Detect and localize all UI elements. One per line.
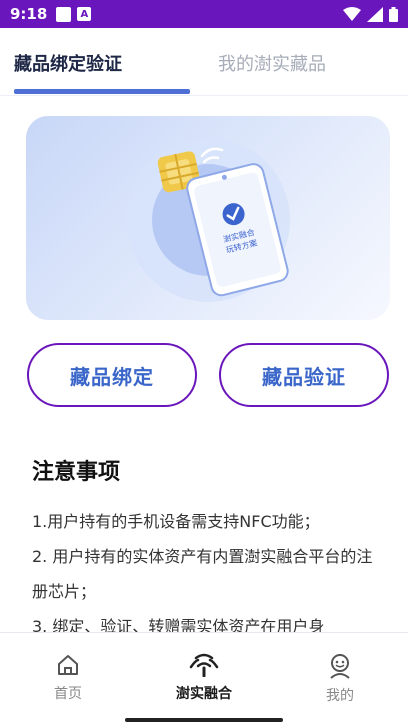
nav-home-label: 首页 [54, 686, 82, 702]
hero-illustration-card: 澍实融合 玩转方案 [26, 116, 390, 320]
bind-collection-button[interactable]: 藏品绑定 [27, 343, 197, 407]
wifi-icon [343, 7, 361, 21]
nav-mine[interactable]: 我的 [272, 633, 408, 727]
nav-fusion[interactable]: 澍实融合 [136, 633, 272, 727]
nav-mine-label: 我的 [326, 688, 354, 704]
bottom-nav: 首页 澍实融合 我的 [0, 632, 408, 727]
gesture-bar[interactable] [125, 718, 283, 722]
tab-bar: 藏品绑定验证 我的澍实藏品 [0, 28, 408, 96]
signal-icon [367, 6, 383, 22]
verify-collection-button[interactable]: 藏品验证 [219, 343, 389, 407]
status-bar: 9:18 A [0, 0, 408, 28]
battery-icon [389, 6, 398, 22]
a-notification-icon: A [77, 7, 92, 21]
tab-active-indicator [14, 89, 190, 94]
broadcast-icon [189, 653, 219, 677]
status-time: 9:18 [10, 5, 48, 23]
profile-icon [330, 654, 350, 679]
nav-fusion-label: 澍实融合 [176, 686, 232, 702]
notice-item: 3. 绑定、验证、转赠需实体资产在用户身 [32, 617, 325, 632]
nav-home[interactable]: 首页 [0, 633, 136, 727]
nfc-illustration: 澍实融合 玩转方案 [126, 138, 290, 302]
notification-icon [56, 6, 72, 22]
tab-bind-verify[interactable]: 藏品绑定验证 [14, 50, 122, 76]
notice-item: 2. 用户持有的实体资产有内置澍实融合平台的注册芯片； [32, 547, 373, 601]
notice-list: 1.用户持有的手机设备需支持NFC功能； 2. 用户持有的实体资产有内置澍实融合… [32, 504, 377, 632]
home-icon [58, 655, 78, 675]
notice-title: 注意事项 [32, 460, 121, 485]
notice-item: 1.用户持有的手机设备需支持NFC功能； [32, 512, 320, 531]
notice-scroll-area[interactable]: 1.用户持有的手机设备需支持NFC功能； 2. 用户持有的实体资产有内置澍实融合… [0, 496, 408, 632]
tab-my-collections[interactable]: 我的澍实藏品 [218, 50, 326, 76]
